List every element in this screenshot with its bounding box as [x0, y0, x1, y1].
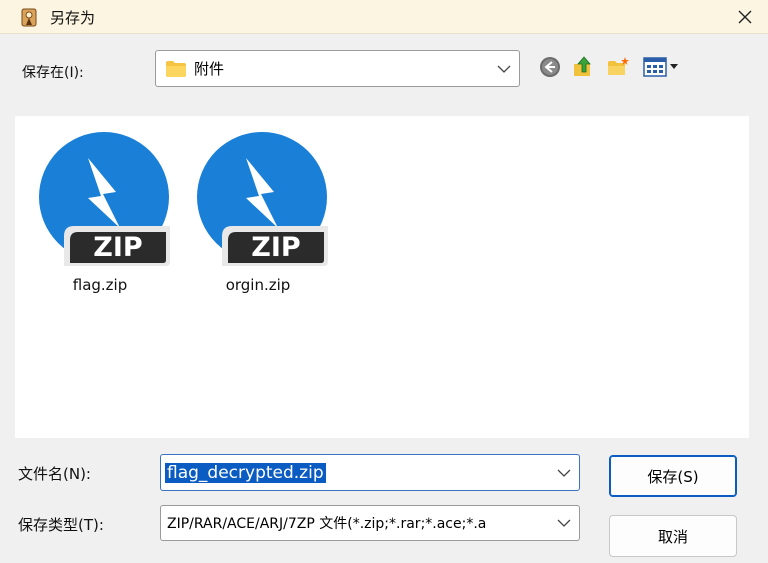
file-name: orgin.zip: [225, 276, 291, 294]
filename-value[interactable]: flag_decrypted.zip: [165, 462, 326, 483]
file-item[interactable]: ZIP orgin.zip: [183, 132, 333, 294]
chevron-down-icon: [497, 65, 511, 73]
window-title: 另存为: [50, 9, 96, 27]
folder-icon: [166, 60, 186, 77]
title-bar: 另存为: [0, 0, 768, 34]
file-list[interactable]: ZIP flag.zip ZIP orgin.zip: [15, 116, 749, 438]
look-in-dropdown[interactable]: 附件: [155, 50, 520, 87]
look-in-label: 保存在(I):: [22, 65, 84, 81]
zip-badge-text: ZIP: [93, 232, 142, 263]
chevron-down-icon[interactable]: [557, 469, 571, 477]
close-button[interactable]: [722, 0, 768, 34]
file-name: flag.zip: [72, 276, 128, 294]
close-icon: [738, 10, 752, 24]
save-button[interactable]: 保存(S): [609, 455, 737, 497]
look-in-value: 附件: [194, 60, 225, 78]
view-menu-button[interactable]: [641, 54, 683, 80]
cancel-button[interactable]: 取消: [609, 515, 737, 557]
view-menu-icon: [643, 57, 678, 77]
zip-file-icon: ZIP: [39, 132, 170, 266]
filename-label: 文件名(N):: [18, 465, 91, 483]
filetype-label: 保存类型(T):: [18, 516, 104, 534]
up-folder-icon: [574, 56, 591, 76]
zip-badge-text: ZIP: [251, 232, 300, 263]
filename-input[interactable]: flag_decrypted.zip: [160, 454, 580, 491]
zip-file-icon: ZIP: [197, 132, 328, 266]
app-icon: [21, 8, 37, 27]
new-folder-button[interactable]: [605, 54, 631, 80]
up-folder-button[interactable]: [571, 54, 597, 80]
back-button[interactable]: [537, 54, 563, 80]
chevron-down-icon: [557, 519, 571, 527]
back-icon: [540, 57, 560, 77]
new-folder-icon: [608, 57, 629, 75]
filetype-value: ZIP/RAR/ACE/ARJ/7ZP 文件(*.zip;*.rar;*.ace…: [167, 516, 487, 532]
filetype-dropdown[interactable]: ZIP/RAR/ACE/ARJ/7ZP 文件(*.zip;*.rar;*.ace…: [160, 505, 580, 541]
file-item[interactable]: ZIP flag.zip: [25, 132, 175, 294]
